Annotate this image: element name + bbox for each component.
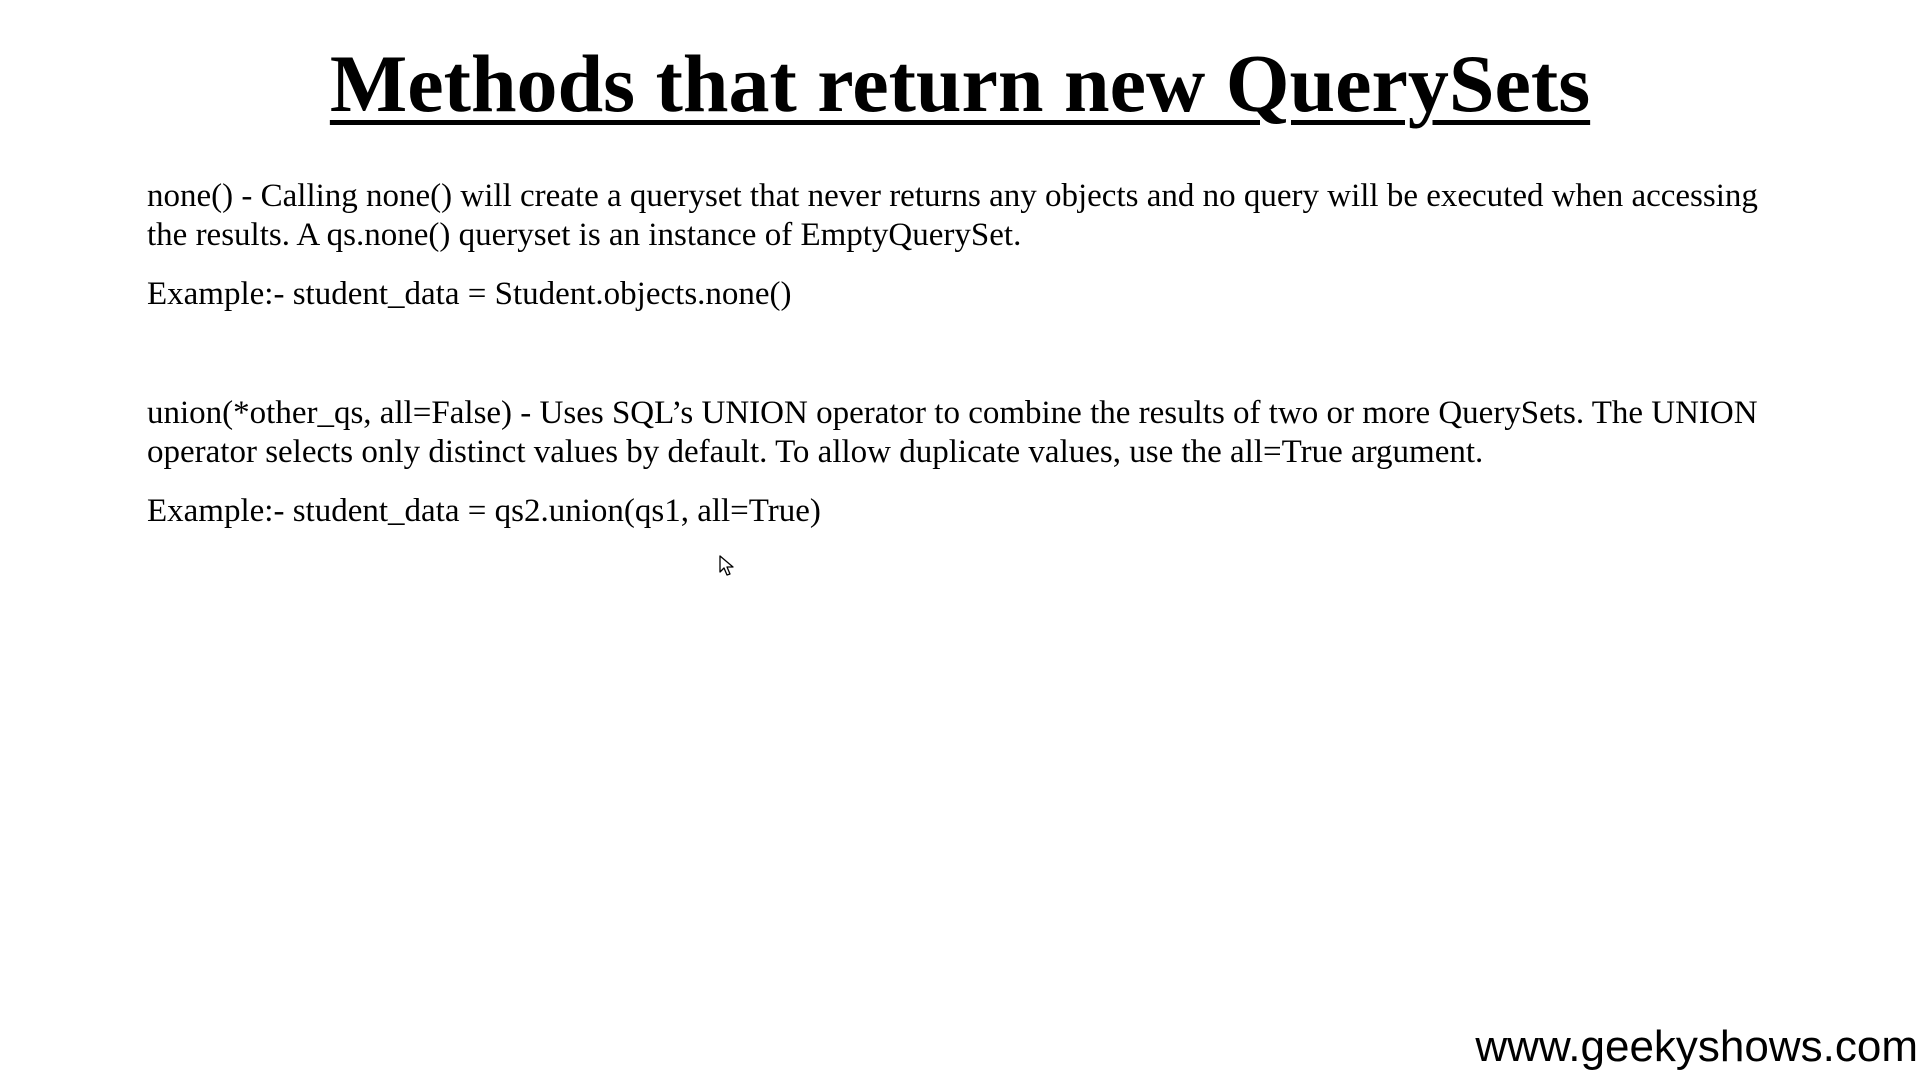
none-method-description: none() - Calling none() will create a qu… — [147, 178, 1758, 253]
mouse-pointer-icon — [719, 555, 735, 577]
union-method-example: Example:- student_data = qs2.union(qs1, … — [147, 493, 821, 529]
union-method-description: union(*other_qs, all=False) - Uses SQL’s… — [147, 395, 1758, 470]
watermark-url: www.geekyshows.com — [1475, 1022, 1918, 1071]
section-none-method: none() - Calling none() will create a qu… — [147, 177, 1787, 314]
section-union-method: union(*other_qs, all=False) - Uses SQL’s… — [147, 394, 1787, 531]
slide-title: Methods that return new QuerySets — [329, 38, 1591, 129]
slide-content: none() - Calling none() will create a qu… — [147, 177, 1787, 531]
none-method-example: Example:- student_data = Student.objects… — [147, 276, 792, 312]
